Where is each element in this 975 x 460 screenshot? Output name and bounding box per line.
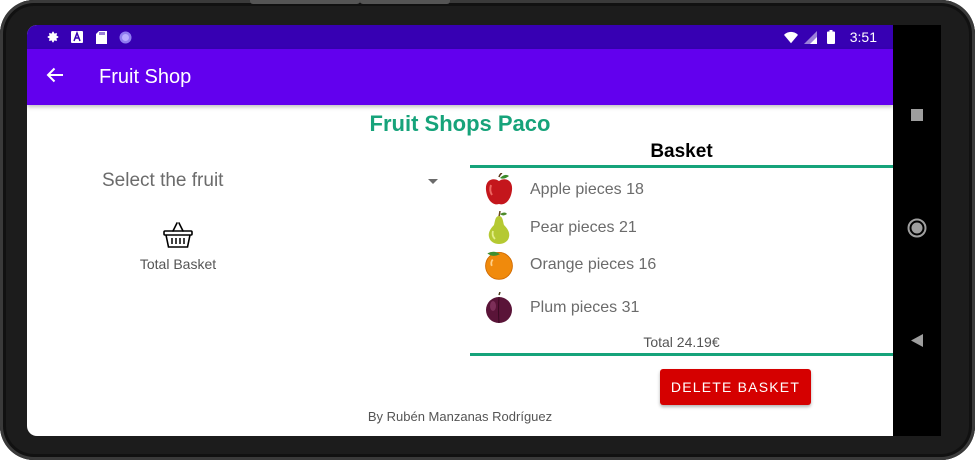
status-time: 3:51: [849, 29, 877, 45]
list-item: Pear pieces 21: [470, 209, 893, 247]
list-item: Plum pieces 31: [470, 289, 893, 327]
total-basket-button[interactable]: Total Basket: [123, 221, 233, 275]
home-circle-icon: [907, 218, 927, 243]
orange-icon: [482, 248, 516, 282]
battery-icon: [824, 30, 838, 44]
basket-divider-bottom: [470, 353, 893, 356]
app-title: Fruit Shop: [99, 65, 192, 88]
list-item: Orange pieces 16: [470, 246, 893, 284]
basket-item-label: Orange pieces 16: [530, 256, 657, 273]
wifi-icon: [783, 30, 798, 44]
total-basket-label: Total Basket: [139, 256, 217, 272]
apple-icon: [482, 173, 516, 207]
dropdown-arrow-icon: [428, 179, 438, 184]
arrow-back-icon: [46, 66, 64, 89]
basket-item-label: Apple pieces 18: [530, 181, 644, 198]
back-button[interactable]: [27, 49, 83, 105]
pear-icon: [482, 211, 516, 245]
square-icon: [911, 108, 923, 126]
credits-text: By Rubén Manzanas Rodríguez: [367, 409, 553, 424]
fruit-select-spinner[interactable]: Select the fruit: [95, 161, 445, 201]
plum-icon: [482, 291, 516, 325]
status-bar: 3:51: [27, 25, 893, 49]
basket-title: Basket: [650, 141, 713, 162]
a-icon: [70, 30, 84, 44]
volume-button: [250, 0, 360, 4]
list-item: Apple pieces 18: [470, 171, 893, 209]
app-bar: Fruit Shop: [27, 49, 893, 105]
basket-item-label: Plum pieces 31: [530, 299, 640, 316]
triangle-back-icon: [911, 334, 923, 352]
settings-icon: [46, 30, 60, 44]
app-screen: 3:51 Fruit Shop Fruit Shops Paco Select …: [27, 25, 893, 436]
home-button[interactable]: [905, 218, 929, 242]
basket-divider-top: [470, 165, 893, 168]
signal-icon: [804, 30, 818, 44]
basket-total: Total 24.19€: [643, 334, 720, 350]
spinner-placeholder: Select the fruit: [102, 170, 224, 191]
basket-item-label: Pear pieces 21: [530, 219, 637, 236]
page-title: Fruit Shops Paco: [369, 111, 551, 136]
navigation-bar: [893, 25, 941, 436]
circle-icon: [118, 30, 132, 44]
back-nav-button[interactable]: [905, 331, 929, 355]
power-button: [360, 0, 450, 4]
basket-icon: [162, 221, 194, 254]
delete-basket-button[interactable]: DELETE BASKET: [660, 369, 811, 405]
sd-card-icon: [94, 30, 108, 44]
recents-button[interactable]: [905, 105, 929, 129]
